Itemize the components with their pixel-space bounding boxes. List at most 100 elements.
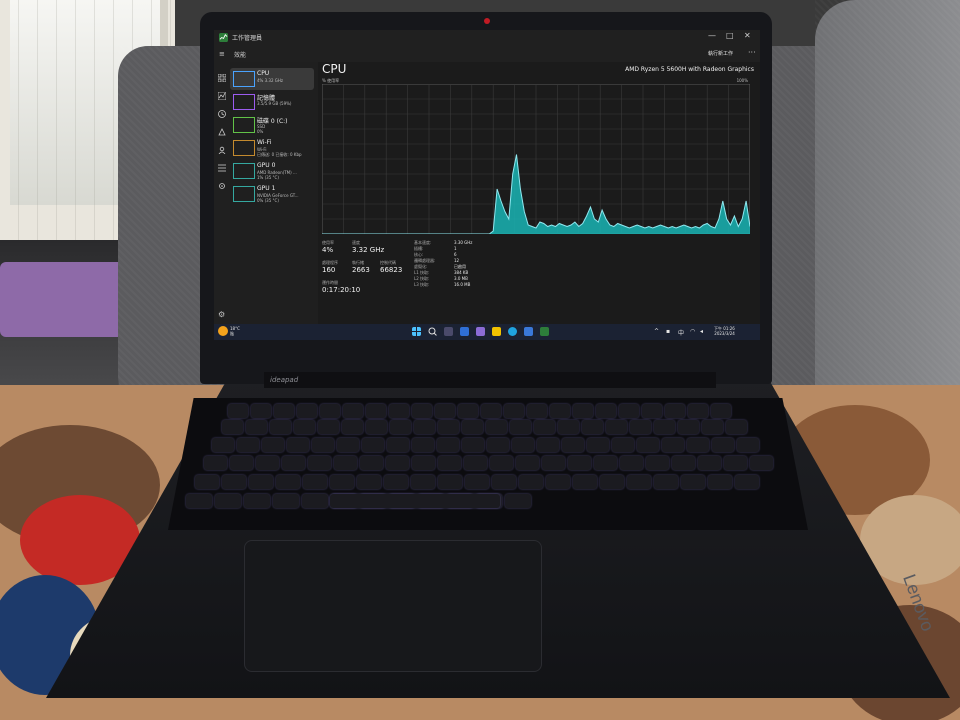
keyboard-key[interactable]	[698, 456, 721, 470]
keyboard-key[interactable]	[249, 475, 273, 489]
store-icon[interactable]	[524, 327, 533, 336]
file-explorer-icon[interactable]	[492, 327, 501, 336]
keyboard-key[interactable]	[662, 438, 684, 452]
keyboard-key[interactable]	[437, 438, 459, 452]
keyboard-key[interactable]	[711, 404, 731, 418]
services-icon[interactable]	[218, 182, 226, 190]
keyboard-key[interactable]	[312, 438, 334, 452]
details-icon[interactable]	[218, 164, 226, 172]
keyboard-key[interactable]	[256, 456, 279, 470]
keyboard-key[interactable]	[562, 438, 584, 452]
keyboard-key[interactable]	[411, 475, 435, 489]
keyboard-key[interactable]	[750, 456, 773, 470]
keyboard-key[interactable]	[573, 475, 597, 489]
keyboard-key[interactable]	[637, 438, 659, 452]
keyboard-key[interactable]	[646, 456, 669, 470]
task-manager-taskbar-icon[interactable]	[540, 327, 549, 336]
keyboard-key[interactable]	[212, 438, 234, 452]
keyboard-key[interactable]	[486, 420, 507, 434]
close-button[interactable]: ✕	[744, 31, 751, 40]
keyboard-key[interactable]	[516, 456, 539, 470]
keyboard-key[interactable]	[688, 404, 708, 418]
keyboard-key[interactable]	[568, 456, 591, 470]
keyboard-key[interactable]	[287, 438, 309, 452]
weather-icon[interactable]	[218, 326, 228, 336]
keyboard-key[interactable]	[546, 475, 570, 489]
keyboard-key[interactable]	[387, 438, 409, 452]
sidebar-item-0[interactable]: CPU 4% 3.32 GHz	[230, 68, 314, 90]
keyboard-key[interactable]	[462, 420, 483, 434]
keyboard-key[interactable]	[596, 404, 616, 418]
keyboard-key[interactable]	[237, 438, 259, 452]
keyboard-key[interactable]	[366, 404, 386, 418]
keyboard-key[interactable]	[708, 475, 732, 489]
keyboard-key[interactable]	[512, 438, 534, 452]
keyboard-key[interactable]	[654, 420, 675, 434]
edge-browser-icon[interactable]	[508, 327, 517, 336]
keyboard-key[interactable]	[222, 475, 246, 489]
keyboard-key[interactable]	[481, 404, 501, 418]
keyboard-key[interactable]	[276, 475, 300, 489]
keyboard-key[interactable]	[230, 456, 253, 470]
sidebar-item-4[interactable]: GPU 0 AMD Radeon(TM) ... 1% (35 °C)	[230, 160, 314, 182]
run-new-task-button[interactable]: 執行新工作	[708, 50, 733, 57]
keyboard-key[interactable]	[612, 438, 634, 452]
spacebar-key[interactable]	[330, 494, 500, 508]
keyboard-key[interactable]	[357, 475, 381, 489]
keyboard-key[interactable]	[318, 420, 339, 434]
keyboard-key[interactable]	[320, 404, 340, 418]
keyboard-key[interactable]	[384, 475, 408, 489]
wifi-icon[interactable]: ◠	[690, 328, 695, 335]
minimize-button[interactable]: —	[708, 31, 716, 40]
keyboard-key[interactable]	[537, 438, 559, 452]
keyboard-key[interactable]	[438, 475, 462, 489]
keyboard-key[interactable]	[505, 494, 531, 508]
keyboard-key[interactable]	[642, 404, 662, 418]
keyboard-key[interactable]	[412, 438, 434, 452]
menu-icon[interactable]: ≡	[219, 50, 225, 58]
keyboard-key[interactable]	[672, 456, 695, 470]
keyboard-key[interactable]	[534, 420, 555, 434]
keyboard-key[interactable]	[303, 475, 327, 489]
windows-start-icon[interactable]	[412, 327, 421, 336]
keyboard-key[interactable]	[600, 475, 624, 489]
keyboard-key[interactable]	[681, 475, 705, 489]
app-history-icon[interactable]	[218, 110, 226, 118]
keyboard-key[interactable]	[366, 420, 387, 434]
keyboard-key[interactable]	[343, 404, 363, 418]
keyboard-key[interactable]	[678, 420, 699, 434]
keyboard-key[interactable]	[630, 420, 651, 434]
sidebar-item-3[interactable]: Wi-Fi Wi-Fi 已傳送: 0 已接收: 0 Kbp	[230, 137, 314, 159]
keyboard-key[interactable]	[251, 404, 271, 418]
language-icon[interactable]: 中	[678, 328, 684, 337]
keyboard-key[interactable]	[550, 404, 570, 418]
keyboard-key[interactable]	[270, 420, 291, 434]
keyboard-key[interactable]	[606, 420, 627, 434]
keyboard-key[interactable]	[712, 438, 734, 452]
keyboard-key[interactable]	[308, 456, 331, 470]
keyboard-key[interactable]	[462, 438, 484, 452]
keyboard-key[interactable]	[342, 420, 363, 434]
keyboard-key[interactable]	[510, 420, 531, 434]
keyboard-key[interactable]	[334, 456, 357, 470]
keyboard-key[interactable]	[687, 438, 709, 452]
processes-icon[interactable]	[218, 74, 226, 82]
users-icon[interactable]	[218, 146, 226, 154]
keyboard-key[interactable]	[737, 438, 759, 452]
keyboard-key[interactable]	[186, 494, 212, 508]
keyboard-key[interactable]	[542, 456, 565, 470]
weather-widget[interactable]: 18°C 陰	[230, 326, 240, 336]
keyboard-key[interactable]	[282, 456, 305, 470]
keyboard-key[interactable]	[665, 404, 685, 418]
keyboard-key[interactable]	[337, 438, 359, 452]
keyboard-key[interactable]	[465, 475, 489, 489]
keyboard-key[interactable]	[246, 420, 267, 434]
keyboard-key[interactable]	[389, 404, 409, 418]
chat-icon[interactable]	[476, 327, 485, 336]
more-options-button[interactable]: ···	[748, 48, 756, 57]
keyboard-key[interactable]	[222, 420, 243, 434]
keyboard-key[interactable]	[360, 456, 383, 470]
keyboard-key[interactable]	[438, 420, 459, 434]
keyboard-key[interactable]	[262, 438, 284, 452]
keyboard-key[interactable]	[573, 404, 593, 418]
